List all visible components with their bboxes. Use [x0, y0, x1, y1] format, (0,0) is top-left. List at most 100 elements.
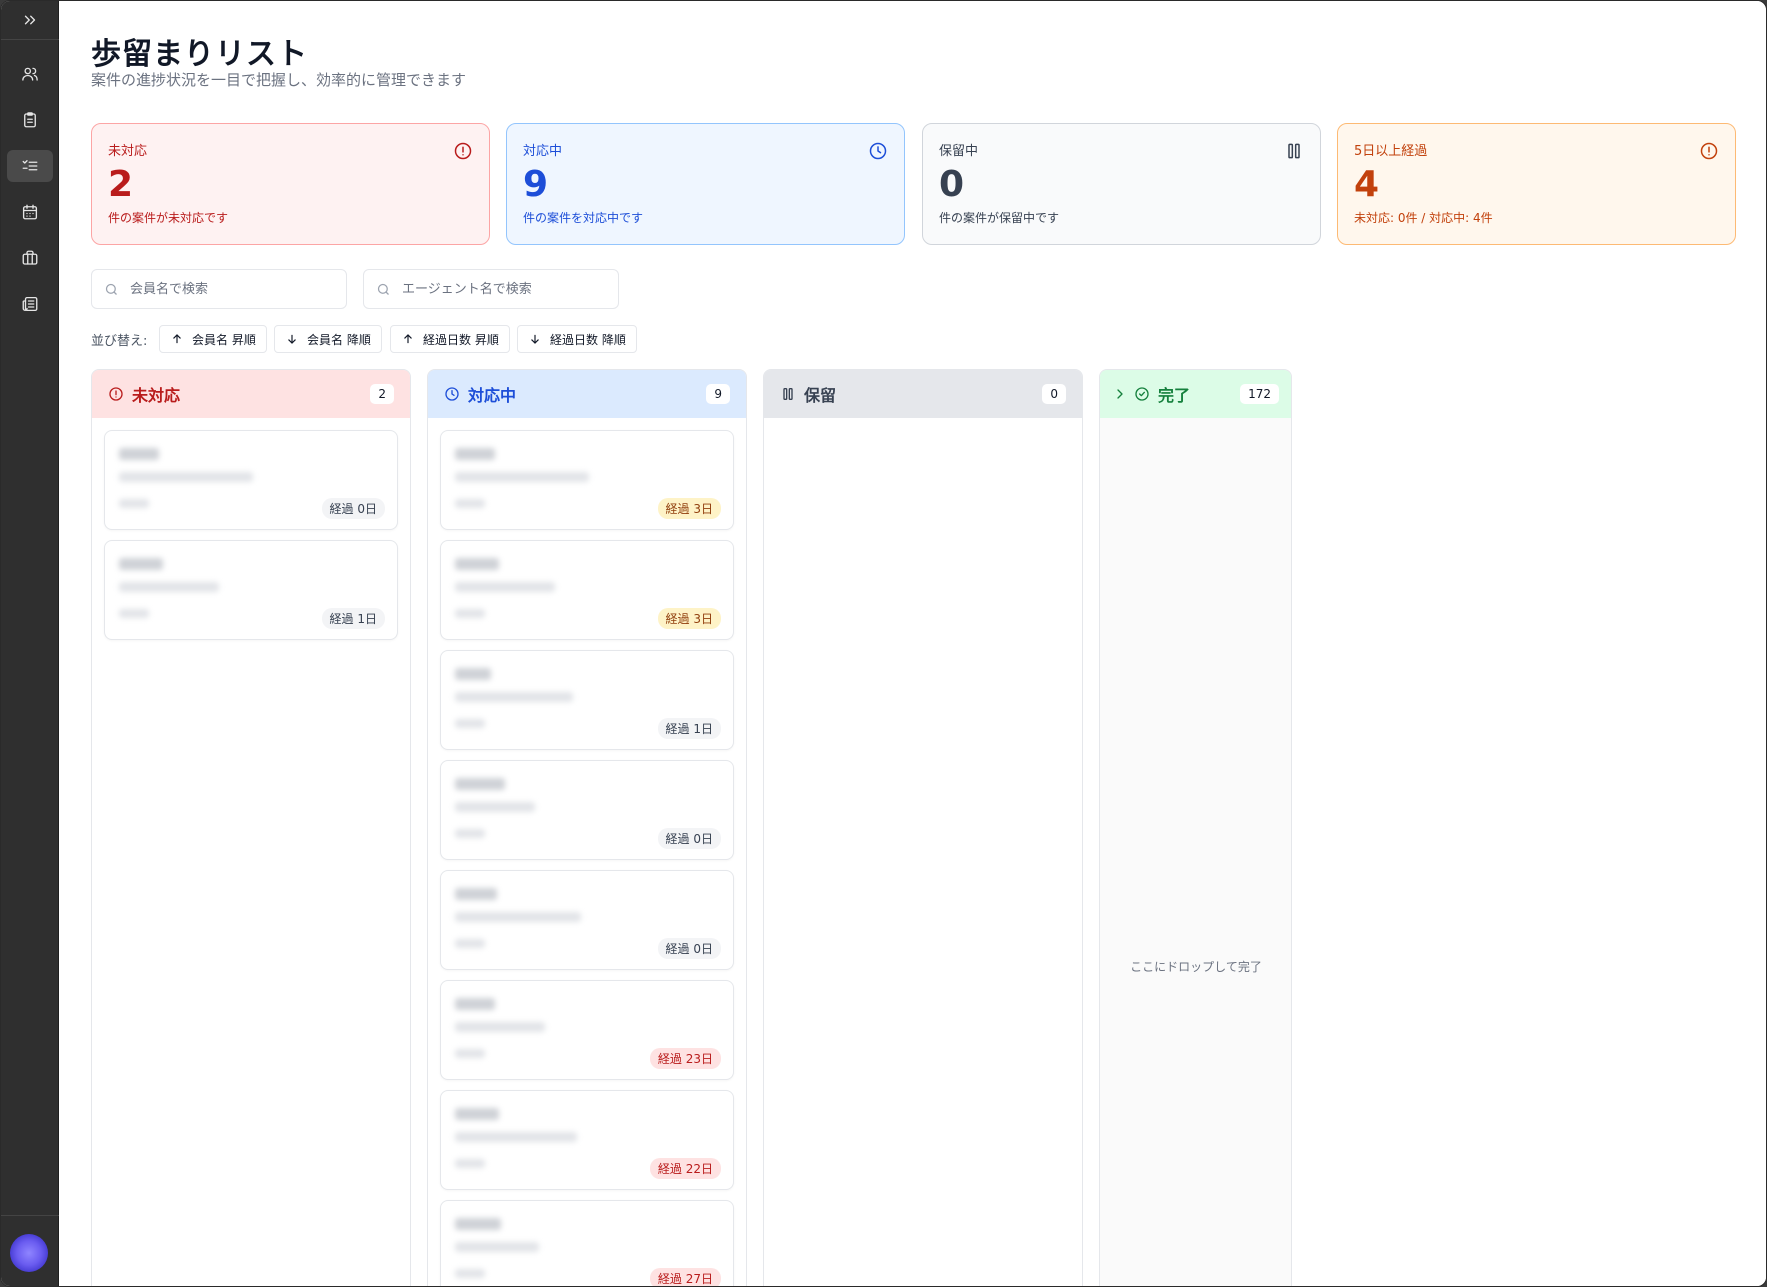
search-icon	[377, 283, 389, 295]
chevron-right-icon[interactable]	[1112, 386, 1128, 402]
kanban-column-in-progress[interactable]: 対応中 9 経過 3日 経過 3日 経過 1日 経過 0日 経過 0日 経過 23日 経過 …	[427, 369, 747, 1286]
column-count-badge: 9	[706, 384, 730, 404]
redacted-member-name	[455, 668, 491, 680]
task-card[interactable]: 経過 27日	[440, 1200, 734, 1286]
elapsed-days-badge: 経過 3日	[657, 498, 721, 519]
redacted-company-name	[455, 802, 535, 812]
stat-label: 保留中	[939, 144, 979, 159]
sidebar-item-newspaper[interactable]	[7, 288, 53, 320]
search-icon	[105, 283, 117, 295]
member-search-input[interactable]	[130, 278, 335, 300]
elapsed-days-badge: 経過 27日	[649, 1268, 721, 1286]
column-count-badge: 0	[1042, 384, 1066, 404]
elapsed-days-badge: 経過 0日	[657, 938, 721, 959]
sidebar-item-briefcase[interactable]	[7, 242, 53, 274]
alert-circle-icon	[1699, 141, 1719, 161]
redacted-member-name	[455, 888, 497, 900]
kanban-column-unhandled[interactable]: 未対応 2 経過 0日 経過 1日	[91, 369, 411, 1286]
stat-value: 9	[523, 164, 549, 205]
sidebar-item-users[interactable]	[7, 58, 53, 90]
column-title: 未対応	[132, 386, 181, 405]
task-card[interactable]: 経過 0日	[440, 760, 734, 860]
redacted-company-name	[455, 692, 573, 702]
stat-label: 対応中	[523, 144, 563, 159]
kanban-column-on-hold[interactable]: 保留 0	[763, 369, 1083, 1286]
task-card[interactable]: 経過 0日	[104, 430, 398, 530]
elapsed-days-badge: 経過 0日	[657, 828, 721, 849]
redacted-agent-name	[119, 609, 149, 618]
sort-button-label: 経過日数 降順	[550, 332, 626, 347]
task-card[interactable]: 経過 3日	[440, 540, 734, 640]
sidebar-divider	[1, 39, 59, 40]
sidebar-item-checklist[interactable]	[7, 150, 53, 182]
sort-member-asc-button[interactable]: 会員名 昇順	[159, 325, 267, 353]
agent-search-input[interactable]	[402, 278, 607, 300]
stat-description: 未対応: 0件 / 対応中: 4件	[1354, 211, 1493, 225]
column-body	[764, 418, 1082, 1286]
column-count-badge: 172	[1240, 384, 1279, 404]
task-card[interactable]: 経過 23日	[440, 980, 734, 1080]
main-content: 歩留まりリスト 案件の進捗状況を一目で把握し、効率的に管理できます 未対応 2 …	[59, 1, 1766, 1286]
column-body: 経過 0日経過 1日	[92, 418, 410, 1286]
column-title: 保留	[804, 386, 837, 405]
redacted-member-name	[455, 778, 505, 790]
redacted-member-name	[455, 1108, 499, 1120]
page-title: 歩留まりリスト	[91, 37, 308, 72]
column-title: 完了	[1158, 386, 1191, 405]
sort-button-label: 会員名 昇順	[192, 332, 256, 347]
elapsed-days-badge: 経過 1日	[321, 608, 385, 629]
redacted-agent-name	[455, 939, 485, 948]
stat-card-overdue: 5日以上経過 4 未対応: 0件 / 対応中: 4件	[1337, 123, 1736, 245]
redacted-company-name	[455, 582, 555, 592]
column-header: 保留 0	[764, 370, 1082, 418]
pause-icon	[1284, 141, 1304, 161]
task-card[interactable]: 経過 1日	[440, 650, 734, 750]
task-card[interactable]: 経過 1日	[104, 540, 398, 640]
column-title: 対応中	[468, 386, 517, 405]
kanban-column-completed[interactable]: 完了 172 ここにドロップして完了	[1099, 369, 1292, 1286]
redacted-company-name	[455, 1022, 545, 1032]
avatar[interactable]	[10, 1234, 48, 1272]
redacted-company-name	[455, 912, 581, 922]
redacted-member-name	[455, 448, 495, 460]
member-search-field	[91, 269, 347, 309]
agent-search-field	[363, 269, 619, 309]
sort-days-asc-button[interactable]: 経過日数 昇順	[390, 325, 510, 353]
redacted-agent-name	[455, 1049, 485, 1058]
redacted-company-name	[455, 1242, 539, 1252]
redacted-agent-name	[455, 609, 485, 618]
sort-button-label: 経過日数 昇順	[423, 332, 499, 347]
sidebar	[1, 1, 59, 1286]
stat-value: 4	[1354, 164, 1380, 205]
redacted-company-name	[119, 582, 219, 592]
arrow-down-icon	[531, 334, 539, 344]
redacted-agent-name	[455, 499, 485, 508]
chevrons-right-icon	[24, 15, 36, 25]
elapsed-days-badge: 経過 0日	[321, 498, 385, 519]
task-card[interactable]: 経過 0日	[440, 870, 734, 970]
sort-member-desc-button[interactable]: 会員名 降順	[274, 325, 382, 353]
elapsed-days-badge: 経過 23日	[649, 1048, 721, 1069]
sidebar-divider	[1, 1215, 59, 1216]
arrow-up-icon	[404, 334, 412, 344]
sort-days-desc-button[interactable]: 経過日数 降順	[517, 325, 637, 353]
redacted-member-name	[119, 558, 163, 570]
task-card[interactable]: 経過 22日	[440, 1090, 734, 1190]
sidebar-item-calendar[interactable]	[7, 196, 53, 228]
elapsed-days-badge: 経過 22日	[649, 1158, 721, 1179]
stat-label: 未対応	[108, 144, 148, 159]
sidebar-item-clipboard[interactable]	[7, 104, 53, 136]
stat-card-unhandled: 未対応 2 件の案件が未対応です	[91, 123, 490, 245]
sort-label: 並び替え:	[91, 334, 148, 349]
expand-sidebar-button[interactable]	[7, 4, 53, 36]
checklist-icon	[22, 160, 38, 171]
column-header: 完了 172	[1100, 370, 1291, 418]
task-card[interactable]: 経過 3日	[440, 430, 734, 530]
page-subtitle: 案件の進捗状況を一目で把握し、効率的に管理できます	[91, 71, 467, 89]
column-body: 経過 3日 経過 3日 経過 1日 経過 0日 経過 0日 経過 23日 経過 22日 経過 …	[428, 418, 746, 1286]
sort-button-label: 会員名 降順	[307, 332, 371, 347]
column-header: 対応中 9	[428, 370, 746, 418]
check-circle-icon	[1135, 387, 1149, 401]
stat-card-on-hold: 保留中 0 件の案件が保留中です	[922, 123, 1321, 245]
clipboard-icon	[24, 112, 36, 128]
